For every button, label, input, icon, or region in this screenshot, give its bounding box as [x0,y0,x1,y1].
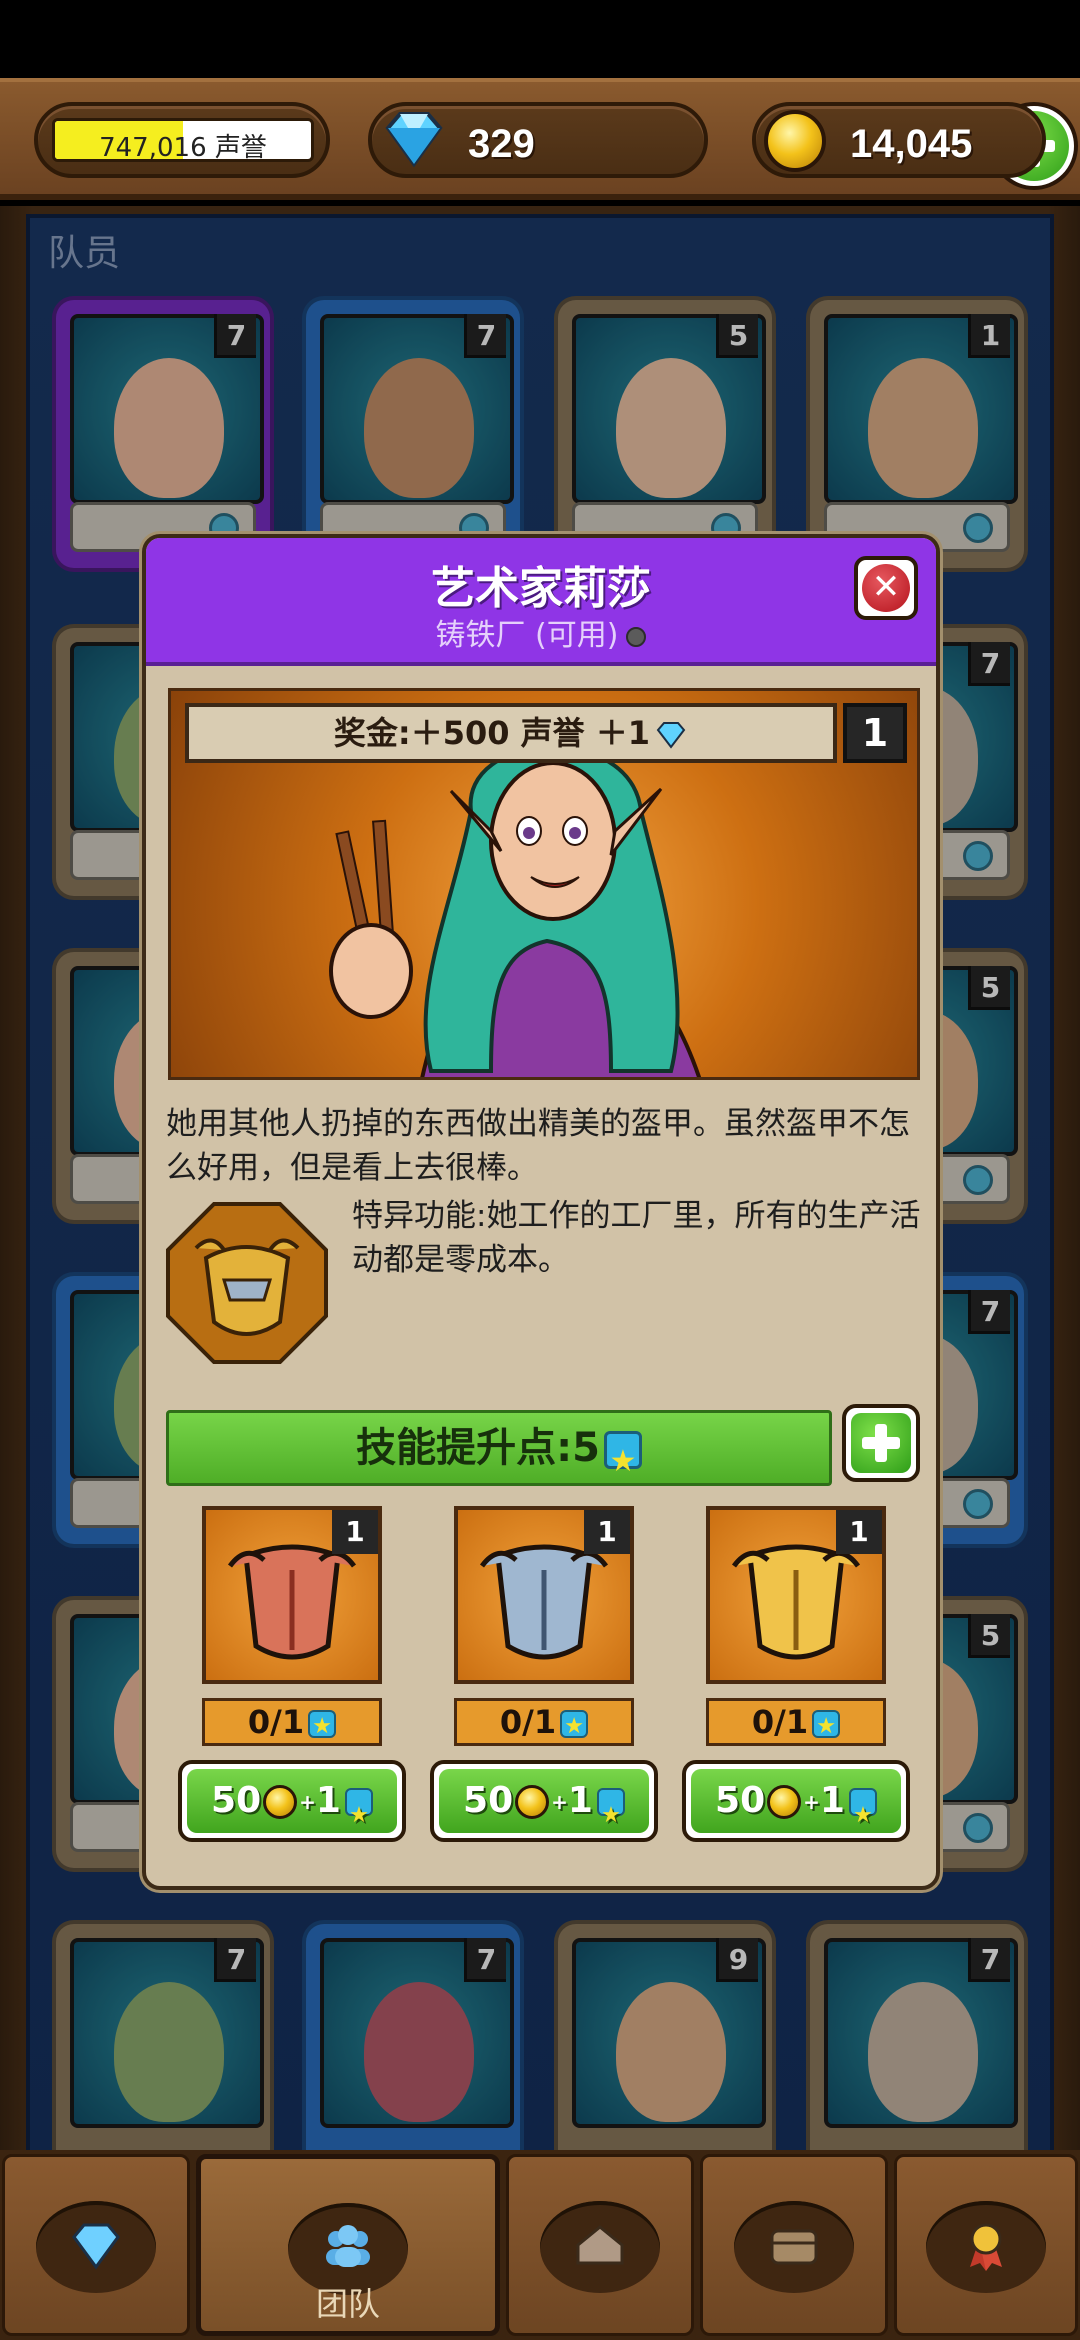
gem-icon [72,2223,120,2270]
upgrade-progress: 0/1 [706,1698,886,1748]
gold-cost: 50 [463,1780,514,1821]
gold-coin-icon [767,1785,802,1819]
character-level: 1 [843,703,907,763]
plus-sign: + [803,1790,820,1814]
nav-factory[interactable] [506,2154,694,2336]
close-icon: ✕ [862,564,910,612]
skill-star-icon [344,1784,373,1848]
upgrade-progress-text: 0/1 [751,1703,809,1741]
skill-star-icon [596,1784,625,1848]
factory-icon [576,2225,624,2265]
upgrade-progress: 0/1 [202,1698,382,1748]
game-screen: { "topbar": { "reputation_text": "747,01… [0,0,1080,2340]
gold-cost: 50 [715,1780,766,1821]
point-cost: 1 [819,1780,845,1821]
special-ability-text: 特异功能:她工作的工厂里，所有的生产活动都是零成本。 [352,1198,921,1278]
nav-team-label: 团队 [315,2285,380,2323]
gem-count: 329 [468,122,535,166]
character-description: 她用其他人扔掉的东西做出精美的盔甲。虽然盔甲不怎么好用，但是看上去很棒。 [166,1106,910,1186]
upgrade-button[interactable]: 50 +1 [178,1760,406,1848]
upgrade-progress-text: 0/1 [499,1703,557,1741]
armor-upgrade-card[interactable]: 1 [454,1506,634,1684]
gold-counter[interactable]: 14,045 [752,102,1046,178]
bottom-nav: 团队 [0,2150,1080,2340]
close-button[interactable]: ✕ [854,556,918,620]
chest-icon [770,2229,818,2265]
skill-star-icon [603,1427,642,1497]
gold-count: 14,045 [850,122,973,166]
skill-points-bar: 技能提升点:5 [166,1410,832,1497]
upgrade-button[interactable]: 50 +1 [682,1760,910,1848]
point-cost: 1 [315,1780,341,1821]
nav-chest[interactable] [700,2154,888,2336]
gold-coin-icon [515,1785,550,1819]
status-dot [626,626,647,647]
reputation-value: 747,016 声誉 [99,133,267,162]
reputation-bar: 747,016 声誉 [52,118,314,162]
skill-star-icon [308,1706,337,1748]
nav-gems[interactable] [2,2154,190,2336]
dialog-header: 艺术家莉莎 铸铁厂 (可用) ✕ [146,538,936,666]
nav-team[interactable]: 团队 [196,2154,500,2336]
gold-cost: 50 [211,1780,262,1821]
upgrade-button[interactable]: 50 +1 [430,1760,658,1848]
plus-icon [862,1424,900,1462]
add-skill-points-button[interactable] [842,1404,920,1482]
medal-icon [970,2223,1002,2271]
diamond-icon [656,722,686,749]
character-name: 艺术家莉莎 [431,563,651,614]
character-detail-dialog: 艺术家莉莎 铸铁厂 (可用) ✕ 奖金:＋500 声誉 ＋1 1 她用其他人扔掉… [142,534,940,1890]
upgrade-level: 1 [836,1510,882,1554]
gem-counter[interactable]: 329 [368,102,1078,190]
armor-perk-icon [166,1202,328,1364]
upgrade-level: 1 [584,1510,630,1554]
plus-sign: + [551,1790,568,1814]
nav-medal[interactable] [894,2154,1078,2336]
top-resource-bar: 747,016 声誉 329 14,045 [0,78,1080,200]
plus-sign: + [299,1790,316,1814]
upgrade-level: 1 [332,1510,378,1554]
gold-coin-icon [263,1785,298,1819]
reputation-meter[interactable]: 747,016 声誉 [34,102,330,178]
gold-coin-icon [764,110,826,172]
bonus-banner: 奖金:＋500 声誉 ＋1 [185,703,837,763]
character-portrait: 奖金:＋500 声誉 ＋1 1 [168,688,920,1080]
upgrade-progress: 0/1 [454,1698,634,1748]
bonus-text: 奖金:＋500 声誉 ＋1 [333,714,651,752]
team-icon [326,2225,370,2267]
point-cost: 1 [567,1780,593,1821]
skill-star-icon [560,1706,589,1748]
character-location: 铸铁厂 (可用) [146,610,936,654]
skill-star-icon [812,1706,841,1748]
location-text: 铸铁厂 (可用) [435,618,619,653]
skill-star-icon [848,1784,877,1848]
upgrade-progress-text: 0/1 [247,1703,305,1741]
skill-points-label: 技能提升点:5 [356,1425,600,1471]
armor-upgrade-card[interactable]: 1 [202,1506,382,1684]
diamond-icon [385,112,443,168]
armor-upgrade-card[interactable]: 1 [706,1506,886,1684]
